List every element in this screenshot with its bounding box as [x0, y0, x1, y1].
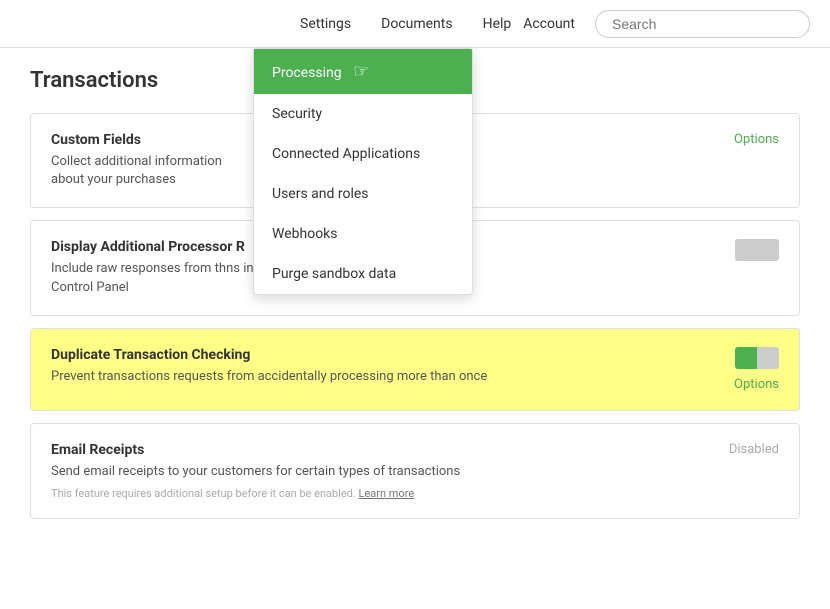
email-receipts-title: Email Receipts — [51, 442, 699, 458]
email-receipts-card: Email Receipts Send email receipts to yo… — [30, 423, 800, 519]
dropdown-users-and-roles[interactable]: Users and roles — [254, 174, 472, 214]
email-receipts-content: Email Receipts Send email receipts to yo… — [51, 442, 699, 500]
nav-documents[interactable]: Documents — [381, 16, 452, 32]
duplicate-checking-description: Prevent transactions requests from accid… — [51, 368, 699, 386]
dropdown-purge-sandbox[interactable]: Purge sandbox data — [254, 254, 472, 294]
toggle-active — [735, 347, 757, 369]
nav-help[interactable]: Help — [483, 16, 512, 32]
dropdown-processing[interactable]: Processing ☞ — [254, 49, 472, 94]
dropdown-security[interactable]: Security — [254, 94, 472, 134]
search-input[interactable] — [595, 10, 810, 38]
email-receipts-disabled: Disabled — [729, 442, 779, 457]
cursor-icon: ☞ — [353, 61, 369, 82]
duplicate-checking-content: Duplicate Transaction Checking Prevent t… — [51, 347, 699, 386]
duplicate-checking-title: Duplicate Transaction Checking — [51, 347, 699, 363]
display-processor-toggle[interactable] — [735, 239, 779, 261]
duplicate-checking-toggle[interactable] — [735, 347, 779, 369]
nav-account[interactable]: Account — [523, 16, 575, 32]
nav-links: Settings Documents Help — [300, 16, 511, 32]
dropdown-connected-applications[interactable]: Connected Applications — [254, 134, 472, 174]
custom-fields-actions: Options — [699, 132, 779, 147]
duplicate-checking-card: Duplicate Transaction Checking Prevent t… — [30, 328, 800, 411]
custom-fields-options[interactable]: Options — [734, 132, 779, 147]
email-receipts-actions: Disabled — [699, 442, 779, 457]
top-nav: Settings Documents Help Account — [0, 0, 830, 48]
dropdown-webhooks[interactable]: Webhooks — [254, 214, 472, 254]
email-receipts-description: Send email receipts to your customers fo… — [51, 463, 699, 481]
duplicate-checking-actions: Options — [699, 347, 779, 392]
toggle-right — [757, 239, 779, 261]
duplicate-checking-options[interactable]: Options — [734, 377, 779, 392]
display-processor-actions — [699, 239, 779, 261]
toggle-left — [735, 239, 757, 261]
nav-settings[interactable]: Settings — [300, 16, 351, 32]
toggle-inactive — [757, 347, 779, 369]
settings-dropdown: Processing ☞ Security Connected Applicat… — [253, 48, 473, 295]
email-receipts-footnote: This feature requires additional setup b… — [51, 487, 699, 500]
learn-more-link[interactable]: Learn more — [359, 487, 415, 500]
